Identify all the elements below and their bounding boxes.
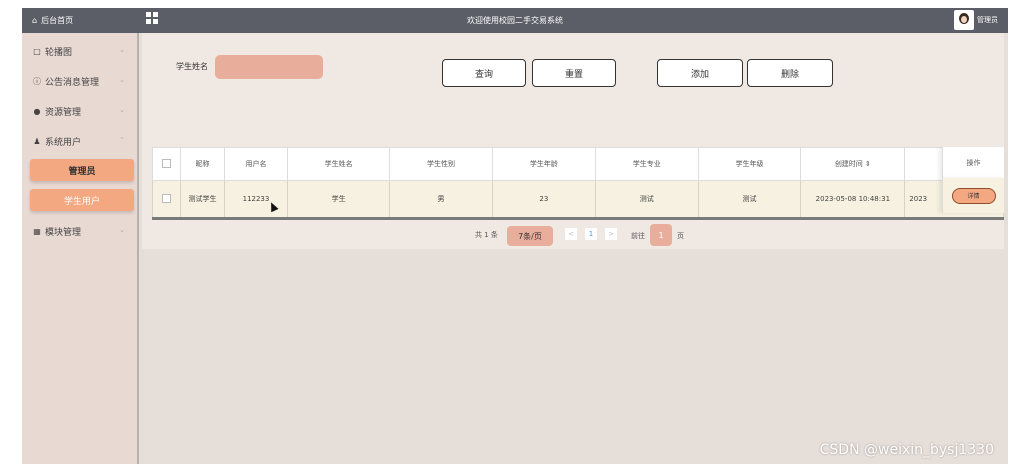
submenu-admin[interactable]: 管理员 [30, 159, 134, 181]
sidebar-item-modules[interactable]: ▦ 模块管理 ⌄ [22, 219, 137, 243]
user-icon: ♟ [33, 136, 41, 146]
chevron-down-icon: ⌄ [119, 46, 125, 54]
user-name: 管理员 [977, 16, 998, 24]
info-icon: ⓘ [33, 76, 41, 86]
user-menu[interactable]: 管理员 [954, 10, 998, 30]
col-age: 学生年龄 [491, 147, 596, 181]
col-grade: 学生年级 [697, 147, 802, 181]
cell-nickname: 测试学生 [180, 180, 225, 217]
chevron-down-icon: ⌄ [119, 226, 125, 234]
col-major: 学生专业 [594, 147, 699, 181]
page-title: 欢迎使用校园二手交易系统 [467, 16, 563, 25]
cell-student-name: 学生 [287, 180, 391, 217]
submenu: 管理员 学生用户 [22, 159, 137, 211]
table: 昵称 用户名 学生姓名 学生性别 学生年龄 学生专业 学生年级 创建时间 ⇕ 测… [152, 147, 1004, 217]
reset-button[interactable]: 重置 [532, 59, 616, 87]
chevron-down-icon: ⌄ [119, 106, 125, 114]
sidebar-item-carousel[interactable]: □ 轮播图 ⌄ [22, 39, 137, 63]
goto-label: 前往 [631, 232, 645, 240]
top-bar: ⌂ 后台首页 欢迎使用校园二手交易系统 管理员 [22, 8, 1008, 33]
sidebar-item-resources[interactable]: ● 资源管理 ⌄ [22, 99, 137, 123]
chevron-up-icon: ⌃ [119, 136, 125, 144]
detail-button[interactable]: 详情 [951, 187, 996, 204]
cell-major: 测试 [594, 180, 699, 217]
sidebar-item-label: 轮播图 [45, 47, 73, 58]
sidebar-item-system-users[interactable]: ♟ 系统用户 ⌃ [22, 129, 137, 153]
page-number[interactable]: 1 [585, 228, 597, 240]
col-username: 用户名 [223, 147, 289, 181]
cell-age: 23 [491, 180, 596, 217]
add-button[interactable]: 添加 [657, 59, 743, 87]
chevron-down-icon: ⌄ [119, 76, 125, 84]
row-checkbox[interactable] [152, 180, 182, 217]
next-page-button[interactable]: > [605, 228, 617, 240]
submenu-student-users[interactable]: 学生用户 [30, 189, 134, 211]
app-window: ⌂ 后台首页 欢迎使用校园二手交易系统 管理员 □ 轮播图 ⌄ ⓘ 公告消息管理… [22, 8, 1008, 464]
sidebar: □ 轮播图 ⌄ ⓘ 公告消息管理 ⌄ ● 资源管理 ⌄ ♟ 系统用户 ⌃ 管理员… [22, 33, 139, 464]
goto-suffix: 页 [677, 232, 684, 240]
select-all-checkbox[interactable] [152, 147, 182, 181]
location-icon: ● [33, 106, 41, 116]
query-button[interactable]: 查询 [442, 59, 526, 87]
pagination: 共 1 条 7条/页 < 1 > 前往 1 页 [142, 224, 1004, 248]
delete-button[interactable]: 删除 [747, 59, 833, 87]
col-nickname: 昵称 [180, 147, 225, 181]
student-name-input[interactable] [215, 55, 323, 79]
col-actions: 操作 [942, 147, 1004, 178]
goto-page-input[interactable]: 1 [650, 224, 672, 246]
col-student-name: 学生姓名 [287, 147, 391, 181]
sidebar-item-label: 公告消息管理 [45, 77, 100, 88]
prev-page-button[interactable]: < [565, 228, 577, 240]
table-header-row: 昵称 用户名 学生姓名 学生性别 学生年龄 学生专业 学生年级 创建时间 ⇕ [152, 147, 1004, 181]
grid-icon: ▦ [33, 226, 41, 236]
image-icon: □ [33, 46, 41, 56]
action-cell: 详情 [942, 178, 1004, 213]
search-label: 学生姓名 [176, 62, 208, 71]
sidebar-item-label: 系统用户 [45, 137, 82, 148]
col-gender: 学生性别 [389, 147, 493, 181]
watermark: CSDN @weixin_bysj1330 [819, 442, 994, 458]
data-table: 昵称 用户名 学生姓名 学生性别 学生年龄 学生专业 学生年级 创建时间 ⇕ 测… [152, 147, 1004, 220]
main-content: 学生姓名 查询 重置 添加 删除 昵称 用户名 学生姓名 学生性别 学生年龄 学… [142, 33, 1004, 249]
sidebar-item-label: 资源管理 [45, 107, 82, 118]
fixed-action-column: 操作 详情 [942, 147, 1004, 217]
page-size-select[interactable]: 7条/页 [507, 226, 553, 246]
cell-grade: 测试 [697, 180, 802, 217]
cell-username: 112233 [223, 180, 289, 217]
table-row: 测试学生 112233 学生 男 23 测试 测试 2023-05-08 10:… [152, 180, 1004, 217]
sidebar-item-label: 模块管理 [45, 227, 82, 238]
total-count: 共 1 条 [475, 231, 498, 239]
cell-gender: 男 [389, 180, 493, 217]
cell-created-time: 2023-05-08 10:48:31 [800, 180, 906, 217]
col-created-time[interactable]: 创建时间 ⇕ [800, 147, 906, 181]
sidebar-item-announcements[interactable]: ⓘ 公告消息管理 ⌄ [22, 69, 137, 93]
avatar [954, 10, 974, 30]
